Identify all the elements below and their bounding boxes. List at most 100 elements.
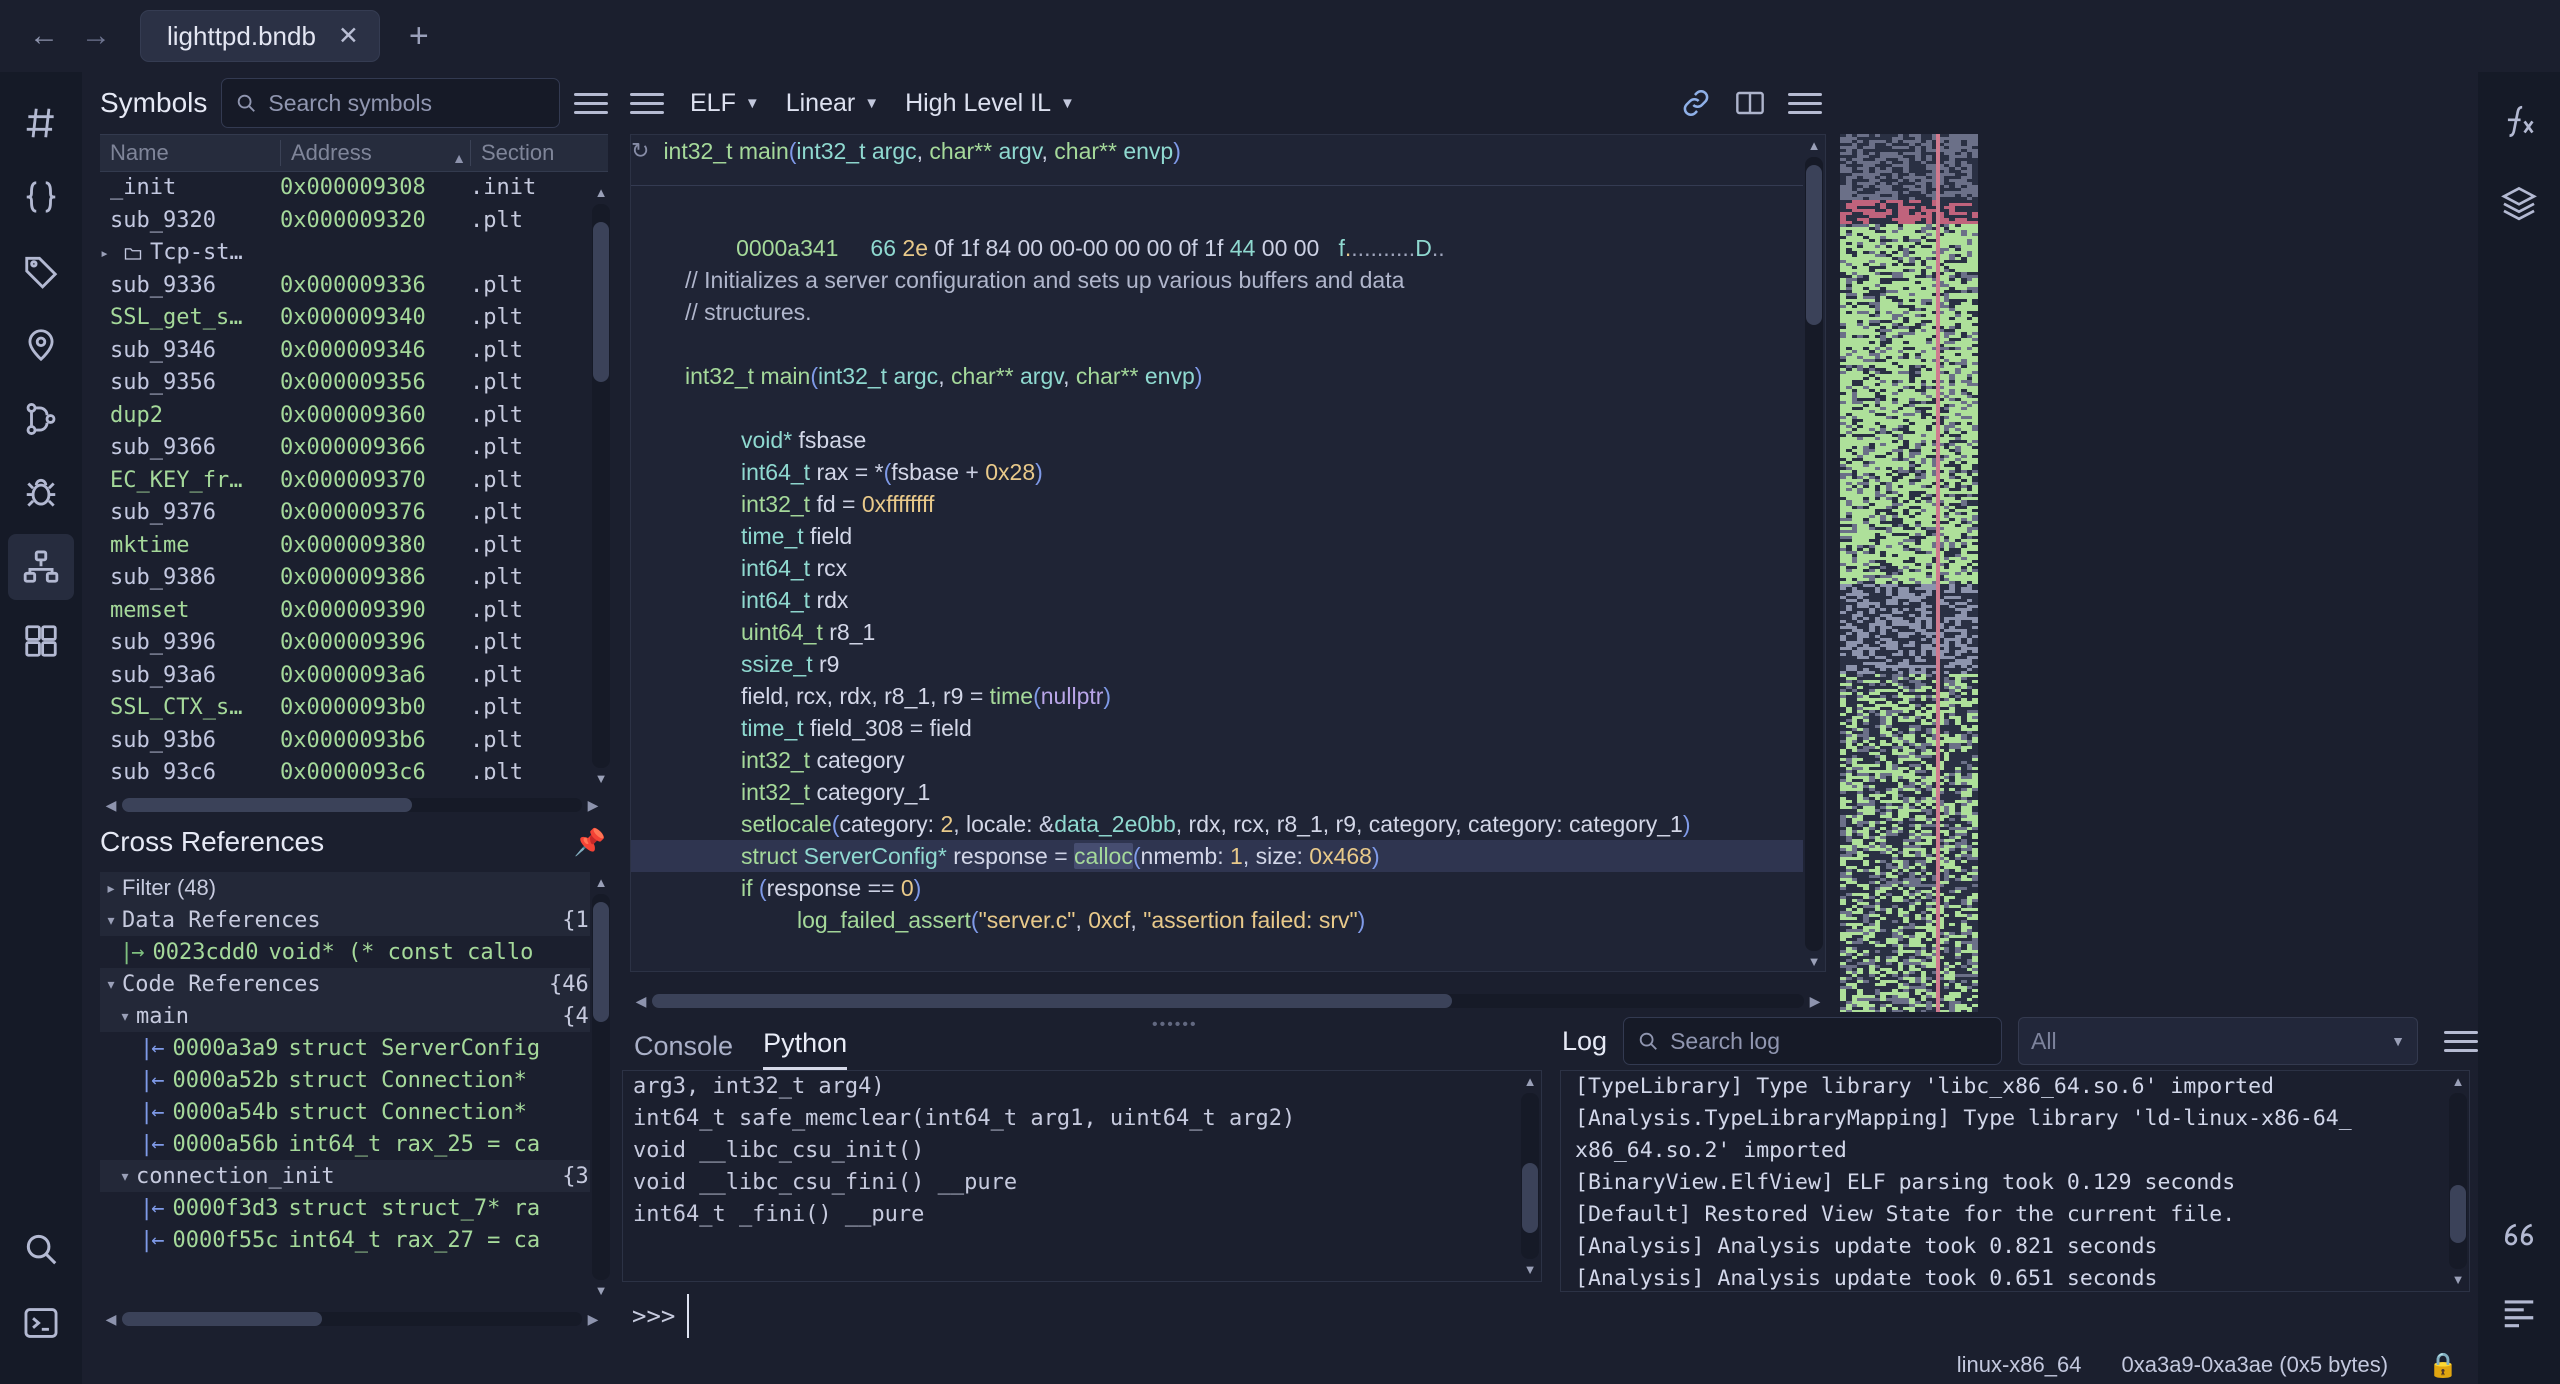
column-header-name[interactable]: Name — [100, 140, 280, 166]
xref-group-row[interactable]: ▾ Data References {1} — [100, 904, 608, 936]
xref-item-row[interactable]: |← 0000a52b struct Connection* — [100, 1064, 608, 1096]
table-row[interactable]: dup2 0x000009360 .plt — [100, 400, 608, 433]
selected-token[interactable]: calloc — [1074, 843, 1133, 869]
code-menu-icon[interactable] — [1788, 92, 1822, 114]
view-format-dropdown[interactable]: ELF ▼ — [690, 89, 760, 118]
back-button[interactable]: ← — [18, 10, 70, 62]
code-scroll-thumb[interactable] — [1806, 165, 1822, 325]
code-line[interactable]: int32_t category — [631, 744, 1803, 776]
table-row[interactable]: sub_93c6 0x0000093c6 .plt — [100, 757, 608, 780]
table-row[interactable]: mktime 0x000009380 .plt — [100, 530, 608, 563]
xref-group-row[interactable]: ▾ Code References {46} — [100, 968, 608, 1000]
twisty-icon[interactable]: ▾ — [114, 1168, 136, 1185]
table-row[interactable]: sub_9346 0x000009346 .plt — [100, 335, 608, 368]
split-pane-icon[interactable] — [1734, 87, 1766, 119]
code-line[interactable]: void* fsbase — [631, 424, 1803, 456]
code-line[interactable]: setlocale(category: 2, locale: &data_2e0… — [631, 808, 1803, 840]
code-line[interactable]: log_failed_assert("server.c", 0xcf, "ass… — [631, 904, 1803, 936]
table-row[interactable]: _init 0x000009308 .init — [100, 172, 608, 205]
code-line[interactable]: int32_t category_1 — [631, 776, 1803, 808]
twisty-icon[interactable]: ▾ — [100, 976, 122, 993]
code-lines-container[interactable]: ↻ int32_t main(int32_t argc, char** argv… — [631, 135, 1803, 971]
scroll-down-icon[interactable]: ▼ — [590, 768, 612, 790]
new-tab-button[interactable]: + — [398, 17, 440, 56]
code-function-decl[interactable]: int32_t main(int32_t argc, char** argv, … — [631, 360, 1803, 392]
code-line[interactable]: time_t field — [631, 520, 1803, 552]
sitemap-icon[interactable] — [8, 534, 74, 600]
view-layout-dropdown[interactable]: Linear ▼ — [786, 89, 879, 118]
xrefs-scroll-thumb[interactable] — [593, 902, 609, 1022]
table-row[interactable]: sub_9366 0x000009366 .plt — [100, 432, 608, 465]
code-line[interactable]: int32_t fd = 0xffffffff — [631, 488, 1803, 520]
xref-group-row[interactable]: ▸ Filter (48) — [100, 872, 608, 904]
twisty-icon[interactable]: ▾ — [114, 1008, 136, 1025]
refresh-icon[interactable]: ↻ — [631, 135, 649, 167]
table-row[interactable]: SSL_CTX_s… 0x0000093b0 .plt — [100, 692, 608, 725]
cross-references-body[interactable]: ▸ Filter (48) ▾ Data References {1} |→ 0023cdd… — [100, 872, 608, 1256]
column-header-address[interactable]: Address ▲ — [280, 140, 470, 166]
code-line[interactable]: if (response == 0) — [631, 872, 1803, 904]
table-row[interactable]: sub_9336 0x000009336 .plt — [100, 270, 608, 303]
xref-item-row[interactable]: |← 0000a3a9 struct ServerConfig — [100, 1032, 608, 1064]
twisty-icon[interactable]: ▸ — [100, 880, 122, 897]
code-line[interactable]: ssize_t r9 — [631, 648, 1803, 680]
scroll-left-icon[interactable]: ◀ — [100, 797, 122, 814]
layers-icon[interactable] — [2486, 170, 2552, 236]
terminal-icon[interactable] — [8, 1290, 74, 1356]
log-lines-icon[interactable] — [2486, 1280, 2552, 1346]
xref-item-row[interactable]: |← 0000f3d3 struct struct_7* ra — [100, 1192, 608, 1224]
location-pin-icon[interactable] — [8, 312, 74, 378]
scroll-down-icon[interactable]: ▼ — [1803, 951, 1825, 971]
xref-item-row[interactable]: |→ 0023cdd0 void* (* const callo — [100, 936, 608, 968]
braces-icon[interactable] — [8, 164, 74, 230]
table-row[interactable]: sub_9376 0x000009376 .plt — [100, 497, 608, 530]
code-line[interactable]: int64_t rax = *(fsbase + 0x28) — [631, 456, 1803, 488]
xrefs-vscrollbar[interactable]: ▲ ▼ — [590, 872, 612, 1302]
symbols-hscroll-thumb[interactable] — [122, 798, 412, 812]
code-hscrollbar[interactable]: ◀ ▶ — [630, 990, 1826, 1012]
scroll-left-icon[interactable]: ◀ — [630, 993, 652, 1010]
scroll-right-icon[interactable]: ▶ — [582, 797, 604, 814]
xref-item-row[interactable]: |← 0000f55c int64_t rax_27 = ca — [100, 1224, 608, 1256]
code-line[interactable]: uint64_t r8_1 — [631, 616, 1803, 648]
close-icon[interactable]: ✕ — [338, 21, 359, 51]
table-row[interactable]: sub_93b6 0x0000093b6 .plt — [100, 725, 608, 758]
code-line[interactable]: field, rcx, rdx, r8_1, r9 = time(nullptr… — [631, 680, 1803, 712]
table-row[interactable]: sub_9386 0x000009386 .plt — [100, 562, 608, 595]
scroll-left-icon[interactable]: ◀ — [100, 1311, 122, 1328]
code-line-highlighted[interactable]: struct ServerConfig* response = calloc(n… — [631, 840, 1803, 872]
hex-row[interactable]: 0000a341 66 2e 0f 1f 84 00 00-00 00 00 0… — [631, 200, 1803, 261]
table-row[interactable]: SSL_get_s… 0x000009340 .plt — [100, 302, 608, 335]
forward-button[interactable]: → — [70, 10, 122, 62]
minimap[interactable] — [1840, 134, 1978, 1012]
view-options-icon[interactable] — [630, 92, 664, 114]
stack-icon[interactable] — [8, 608, 74, 674]
tag-icon[interactable] — [8, 238, 74, 304]
xref-group-row[interactable]: ▾ main {4} — [100, 1000, 608, 1032]
column-header-section[interactable]: Section — [470, 140, 580, 166]
code-vscrollbar[interactable]: ▲ ▼ — [1803, 135, 1825, 971]
symbols-vscrollbar[interactable]: ▲ ▼ — [590, 182, 612, 790]
code-view-body[interactable]: ↻ int32_t main(int32_t argc, char** argv… — [630, 134, 1826, 972]
xrefs-hscroll-thumb[interactable] — [122, 1312, 322, 1326]
hash-icon[interactable] — [8, 90, 74, 156]
quote-icon[interactable] — [2486, 1200, 2552, 1266]
symbols-options-icon[interactable] — [574, 92, 608, 114]
code-line[interactable]: int64_t rcx — [631, 552, 1803, 584]
chevron-right-icon[interactable]: ▸ — [100, 237, 116, 270]
branch-icon[interactable] — [8, 386, 74, 452]
search-symbols-input[interactable]: Search symbols — [221, 78, 560, 128]
scroll-down-icon[interactable]: ▼ — [590, 1280, 612, 1302]
table-row[interactable]: EC_KEY_fr… 0x000009370 .plt — [100, 465, 608, 498]
file-tab[interactable]: lighttpd.bndb ✕ — [140, 10, 380, 62]
xrefs-hscrollbar[interactable]: ◀ ▶ — [100, 1308, 604, 1330]
scroll-right-icon[interactable]: ▶ — [582, 1311, 604, 1328]
symbols-table-body[interactable]: _init 0x000009308 .init sub_9320 0x000009320… — [100, 172, 608, 780]
xref-item-row[interactable]: |← 0000a56b int64_t rax_25 = ca — [100, 1128, 608, 1160]
code-line[interactable]: int64_t rdx — [631, 584, 1803, 616]
table-row[interactable]: memset 0x000009390 .plt — [100, 595, 608, 628]
bug-icon[interactable] — [8, 460, 74, 526]
xref-group-row[interactable]: ▾ connection_init {3} — [100, 1160, 608, 1192]
scroll-up-icon[interactable]: ▲ — [1803, 135, 1825, 157]
search-icon[interactable] — [8, 1216, 74, 1282]
